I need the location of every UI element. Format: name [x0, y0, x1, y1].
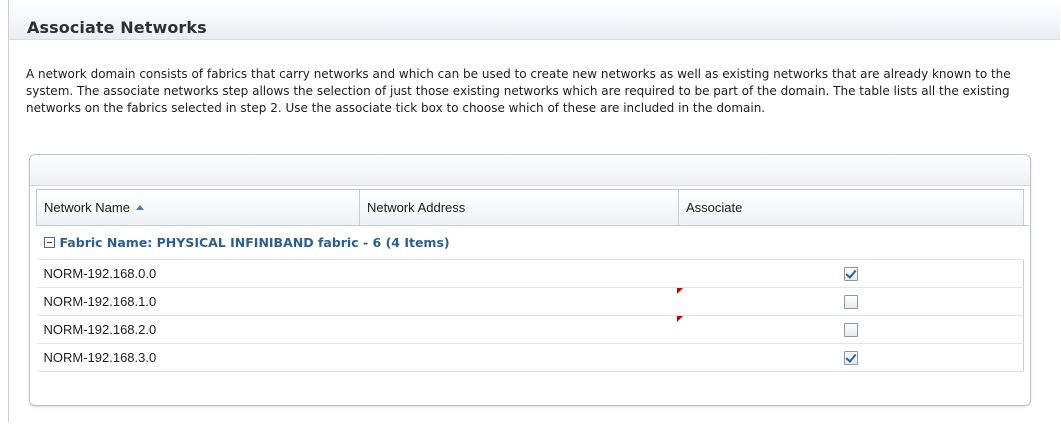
- group-label: Fabric Name: PHYSICAL INFINIBAND fabric …: [59, 235, 450, 250]
- column-header-filler: [1023, 189, 1029, 226]
- column-header-network-name[interactable]: Network Name: [36, 189, 360, 226]
- page-description: A network domain consists of fabrics tha…: [26, 67, 1011, 115]
- panel-header: Associate Networks: [9, 0, 1060, 40]
- networks-table-container: Network Name Network Address Associate F…: [29, 154, 1031, 406]
- associate-networks-panel: Associate Networks A network domain cons…: [8, 0, 1060, 422]
- row-filler: [1023, 259, 1029, 288]
- network-name-cell: NORM-192.168.3.0: [36, 343, 360, 372]
- sort-ascending-icon[interactable]: [135, 205, 144, 210]
- associate-cell: [676, 287, 1024, 316]
- networks-table: Network Name Network Address Associate F…: [36, 189, 1029, 372]
- row-filler: [1023, 287, 1029, 316]
- group-header[interactable]: Fabric Name: PHYSICAL INFINIBAND fabric …: [37, 226, 1030, 260]
- group-row: Fabric Name: PHYSICAL INFINIBAND fabric …: [37, 226, 1030, 260]
- modified-marker-icon: [676, 316, 683, 322]
- associate-checkbox[interactable]: [843, 351, 858, 366]
- network-address-cell: [359, 259, 679, 288]
- column-header-label: Network Name: [44, 200, 130, 215]
- column-header-network-address[interactable]: Network Address: [359, 189, 679, 226]
- table-row[interactable]: NORM-192.168.3.0: [36, 343, 1029, 372]
- column-header-label: Associate: [686, 200, 743, 215]
- table-row[interactable]: NORM-192.168.1.0: [36, 287, 1029, 316]
- associate-checkbox[interactable]: [843, 323, 858, 338]
- column-header-associate[interactable]: Associate: [678, 189, 1024, 226]
- column-header-label: Network Address: [367, 200, 466, 215]
- table-row[interactable]: NORM-192.168.0.0: [36, 259, 1029, 288]
- associate-cell: [678, 343, 1024, 372]
- network-address-cell: [359, 343, 679, 372]
- row-filler: [1023, 315, 1029, 344]
- modified-marker-icon: [676, 288, 683, 294]
- page-title: Associate Networks: [27, 18, 207, 37]
- network-address-cell: [359, 315, 679, 344]
- row-filler: [1023, 343, 1029, 372]
- associate-cell: [676, 315, 1024, 344]
- table-row[interactable]: NORM-192.168.2.0: [36, 315, 1029, 344]
- network-address-cell: [359, 287, 679, 316]
- collapse-icon[interactable]: [43, 237, 55, 248]
- associate-cell: [678, 259, 1024, 288]
- network-name-cell: NORM-192.168.0.0: [36, 259, 360, 288]
- network-name-cell: NORM-192.168.1.0: [36, 287, 360, 316]
- network-name-cell: NORM-192.168.2.0: [36, 315, 360, 344]
- table-toolbar: [30, 155, 1030, 186]
- associate-checkbox[interactable]: [843, 267, 858, 282]
- associate-checkbox[interactable]: [843, 295, 858, 310]
